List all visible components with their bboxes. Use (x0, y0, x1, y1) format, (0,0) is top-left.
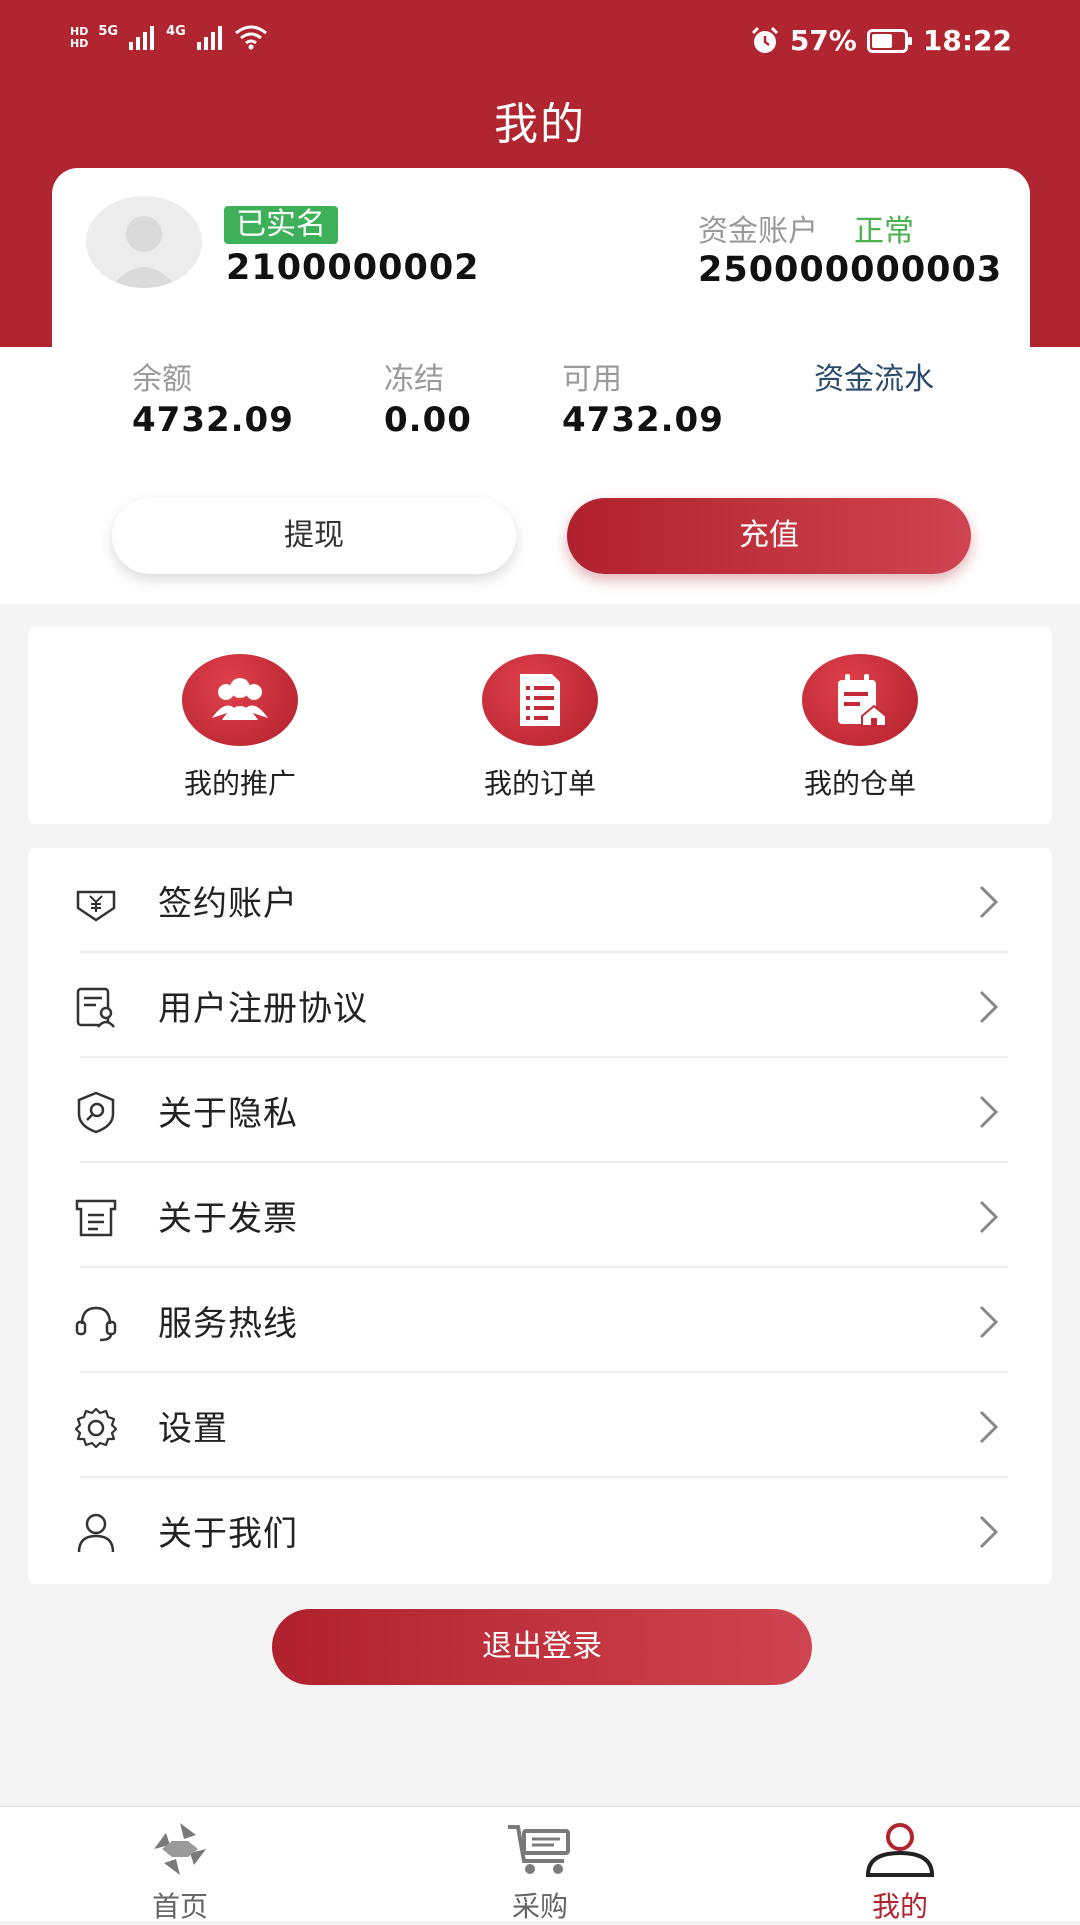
gear-icon (74, 1407, 118, 1449)
tab-label: 我的 (871, 1890, 928, 1923)
account-card: 已实名 2100000002 资金账户 正常 250000000003 (52, 168, 1030, 348)
cart-icon (508, 1825, 570, 1874)
frozen-value: 0.00 (384, 400, 472, 440)
hd-icon: HD HD (70, 25, 89, 50)
menu-item-label: 用户注册协议 (158, 989, 368, 1029)
tab-label: 采购 (511, 1890, 568, 1923)
withdraw-button[interactable]: 提现 (112, 498, 516, 574)
quick-link-orders[interactable]: 我的订单 (420, 654, 660, 802)
privacy-shield-icon (77, 1091, 115, 1134)
network-5g-label: 5G (98, 24, 119, 39)
menu-item-about-us[interactable]: 关于我们 (28, 1478, 1052, 1583)
home-icon (154, 1823, 206, 1875)
menu-item-signed-account[interactable]: 签约账户 (28, 848, 1052, 953)
user-id: 2100000002 (226, 248, 480, 288)
menu-item-label: 设置 (158, 1409, 228, 1449)
invoice-icon (75, 1199, 117, 1237)
menu-item-label: 关于我们 (158, 1514, 298, 1554)
frozen-label: 冻结 (384, 362, 444, 397)
status-right: 57% 18:22 (750, 24, 1012, 57)
menu-item-settings[interactable]: 设置 (28, 1373, 1052, 1478)
fund-account-label: 资金账户 (698, 214, 818, 249)
quick-link-promotion[interactable]: 我的推广 (120, 654, 360, 802)
menu-item-label: 服务热线 (158, 1304, 298, 1344)
menu-list: 签约账户 用户注册协议 关于隐私 关于发票 服务热线 设置 关于我们 (28, 848, 1052, 1584)
chevron-right-icon (979, 990, 999, 1024)
menu-item-label: 关于隐私 (158, 1094, 298, 1134)
profile-icon (865, 1823, 935, 1877)
quick-link-warehouse-receipt[interactable]: 我的仓单 (740, 654, 980, 802)
chevron-right-icon (979, 1095, 999, 1129)
tab-mine[interactable]: 我的 (820, 1821, 980, 1925)
status-bar: HD HD 5G 4G 57% 18:22 (0, 0, 1080, 80)
available-label: 可用 (562, 362, 622, 397)
balance-label: 余额 (132, 362, 192, 397)
quick-link-label: 我的推广 (183, 767, 296, 800)
document-list-icon (482, 654, 598, 746)
users-icon (182, 654, 298, 746)
chevron-right-icon (979, 1200, 999, 1234)
balance-value: 4732.09 (132, 400, 294, 440)
menu-item-label: 签约账户 (158, 884, 298, 924)
menu-item-privacy[interactable]: 关于隐私 (28, 1058, 1052, 1163)
wifi-icon (234, 25, 267, 50)
available-value: 4732.09 (562, 400, 724, 440)
signed-account-icon (76, 890, 116, 922)
signal-indicators: HD HD 5G 4G (70, 24, 268, 50)
avatar[interactable] (86, 196, 202, 288)
agreement-icon (76, 987, 115, 1028)
chevron-right-icon (979, 1410, 999, 1444)
page-title: 我的 (494, 99, 586, 150)
chevron-right-icon (979, 1515, 999, 1549)
quick-links-card: 我的推广 我的订单 我的仓单 (28, 626, 1052, 824)
battery-icon (866, 28, 912, 53)
tab-purchase[interactable]: 采购 (460, 1821, 620, 1925)
menu-item-service-hotline[interactable]: 服务热线 (28, 1268, 1052, 1373)
warehouse-receipt-icon (802, 654, 918, 746)
network-4g-label: 4G (166, 24, 186, 39)
avatar-placeholder-icon (110, 216, 178, 288)
tab-home[interactable]: 首页 (100, 1821, 260, 1925)
tab-label: 首页 (151, 1890, 208, 1923)
menu-item-label: 关于发票 (158, 1199, 298, 1239)
battery-percent: 57% (789, 24, 857, 57)
person-icon (77, 1513, 115, 1553)
chevron-right-icon (979, 885, 999, 919)
chevron-right-icon (979, 1305, 999, 1339)
clock: 18:22 (922, 24, 1012, 57)
quick-link-label: 我的仓单 (803, 767, 916, 800)
menu-item-invoice[interactable]: 关于发票 (28, 1163, 1052, 1268)
signal-bars-icon (129, 26, 155, 50)
fund-account-number: 250000000003 (698, 250, 1003, 290)
menu-item-registration-agreement[interactable]: 用户注册协议 (28, 953, 1052, 1058)
verified-badge: 已实名 (224, 206, 338, 244)
recharge-button[interactable]: 充值 (567, 498, 971, 574)
quick-link-label: 我的订单 (483, 767, 596, 800)
logout-button[interactable]: 退出登录 (272, 1609, 812, 1685)
alarm-icon (751, 26, 778, 53)
headset-icon (75, 1306, 117, 1342)
bottom-tab-bar: 首页 采购 我的 (0, 1806, 1080, 1923)
signal-bars-icon-2 (196, 26, 222, 50)
fund-account-status: 正常 (854, 214, 914, 249)
fund-flow-link[interactable]: 资金流水 (814, 354, 934, 398)
